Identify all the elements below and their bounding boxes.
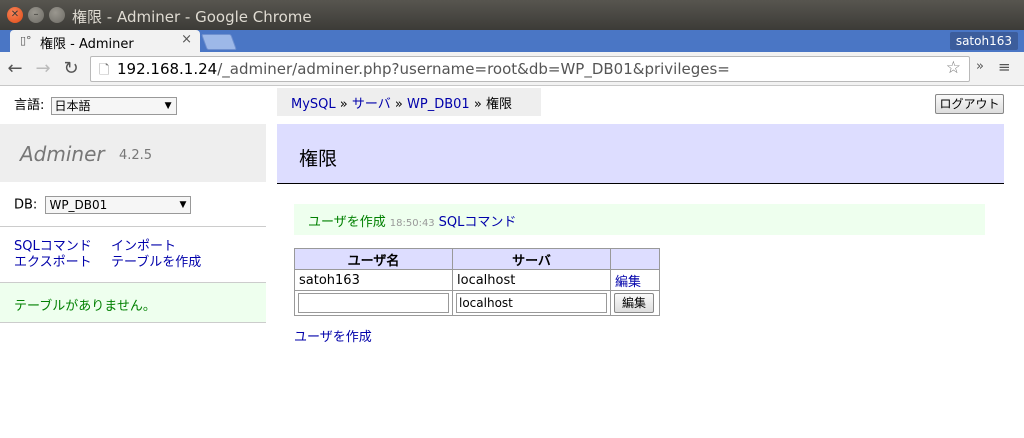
message-sql-link[interactable]: SQLコマンド xyxy=(439,215,517,230)
brand-box: Adminer 4.2.5 xyxy=(0,124,266,182)
browser-tab[interactable]: ▯° 権限 - Adminer × xyxy=(10,30,200,52)
table-new-row: localhost 編集 xyxy=(294,290,660,316)
users-table: ユーザ名 サーバ satoh163 localhost 編集 localhost… xyxy=(294,248,660,316)
logout-button[interactable]: ログアウト xyxy=(935,94,1004,114)
breadcrumb-separator: » xyxy=(394,97,403,112)
breadcrumb-separator: » xyxy=(339,97,348,112)
edit-link[interactable]: 編集 xyxy=(610,269,660,291)
edit-button[interactable]: 編集 xyxy=(614,293,654,313)
sql-command-link[interactable]: SQLコマンド xyxy=(14,239,111,255)
brand-version: 4.2.5 xyxy=(119,148,153,163)
address-bar[interactable]: 🗋 192.168.1.24/_adminer/adminer.php?user… xyxy=(90,56,970,82)
cell-user: satoh163 xyxy=(294,269,453,291)
language-select[interactable]: 日本語 ▼ xyxy=(50,96,177,115)
column-header-user: ユーザ名 xyxy=(294,248,453,270)
breadcrumb: MySQL » サーバ » WP_DB01 » 権限 xyxy=(277,88,541,116)
db-select[interactable]: WP_DB01 ▼ xyxy=(45,196,192,214)
breadcrumb-separator: » xyxy=(473,97,482,112)
url-text: 192.168.1.24/_adminer/adminer.php?userna… xyxy=(117,60,730,78)
brand-name[interactable]: Adminer xyxy=(20,142,105,166)
reload-icon[interactable]: ↻ xyxy=(60,58,82,80)
window-minimize-icon[interactable]: – xyxy=(28,7,44,23)
status-message: ユーザを作成 18:50:43 SQLコマンド xyxy=(294,204,985,235)
tab-strip: ▯° 権限 - Adminer × satoh163 xyxy=(0,30,1024,52)
message-time: 18:50:43 xyxy=(389,218,435,229)
caret-down-icon: ▼ xyxy=(164,100,172,111)
browser-toolbar: ← → ↻ 🗋 192.168.1.24/_adminer/adminer.ph… xyxy=(0,52,1024,86)
extensions-chevron-icon[interactable]: » xyxy=(976,59,984,74)
page-icon: 🗋 xyxy=(99,63,110,78)
sidebar-links: SQLコマンド インポート エクスポート テーブルを作成 xyxy=(14,239,201,271)
language-row: 言語: 日本語 ▼ xyxy=(14,94,177,115)
export-link[interactable]: エクスポート xyxy=(14,255,111,271)
new-tab-button[interactable] xyxy=(201,34,237,50)
cell-server: localhost xyxy=(452,269,611,291)
column-header-server: サーバ xyxy=(452,248,611,270)
new-server-input[interactable]: localhost xyxy=(456,293,607,313)
tab-title: 権限 - Adminer xyxy=(40,37,134,52)
heading-box: 権限 xyxy=(277,124,1004,184)
window-title: 権限 - Adminer - Google Chrome xyxy=(72,8,312,26)
db-label: DB: xyxy=(14,197,38,213)
window-titlebar: ✕ – 権限 - Adminer - Google Chrome xyxy=(0,0,1024,30)
favicon-icon: ▯° xyxy=(20,34,32,47)
sidebar-divider xyxy=(0,226,266,227)
db-row: DB: WP_DB01 ▼ xyxy=(14,196,192,214)
breadcrumb-mysql[interactable]: MySQL xyxy=(291,97,336,112)
breadcrumb-db[interactable]: WP_DB01 xyxy=(407,97,470,112)
breadcrumb-current: 権限 xyxy=(485,97,512,112)
profile-badge[interactable]: satoh163 xyxy=(949,32,1018,50)
breadcrumb-server[interactable]: サーバ xyxy=(352,97,391,112)
no-tables-message: テーブルがありません。 xyxy=(0,282,266,323)
menu-icon[interactable]: ≡ xyxy=(998,58,1011,76)
page-content: 言語: 日本語 ▼ MySQL » サーバ » WP_DB01 » 権限 ログアウ… xyxy=(0,86,1024,438)
table-row: satoh163 localhost 編集 xyxy=(294,269,660,291)
window-maximize-icon[interactable] xyxy=(49,7,65,23)
new-user-input[interactable] xyxy=(298,293,449,313)
language-label: 言語: xyxy=(14,98,45,113)
create-table-link[interactable]: テーブルを作成 xyxy=(111,255,201,271)
back-arrow-icon[interactable]: ← xyxy=(4,58,26,80)
tab-close-icon[interactable]: × xyxy=(181,32,192,47)
message-text: ユーザを作成 xyxy=(308,215,386,230)
import-link[interactable]: インポート xyxy=(111,239,176,255)
window-close-icon[interactable]: ✕ xyxy=(7,7,23,23)
bookmark-star-icon[interactable]: ☆ xyxy=(946,58,961,78)
forward-arrow-icon[interactable]: → xyxy=(32,58,54,80)
column-header-action xyxy=(610,248,660,270)
create-user-link[interactable]: ユーザを作成 xyxy=(294,326,372,345)
caret-down-icon: ▼ xyxy=(179,200,187,210)
page-title: 権限 xyxy=(299,148,338,170)
table-header-row: ユーザ名 サーバ xyxy=(294,248,660,270)
